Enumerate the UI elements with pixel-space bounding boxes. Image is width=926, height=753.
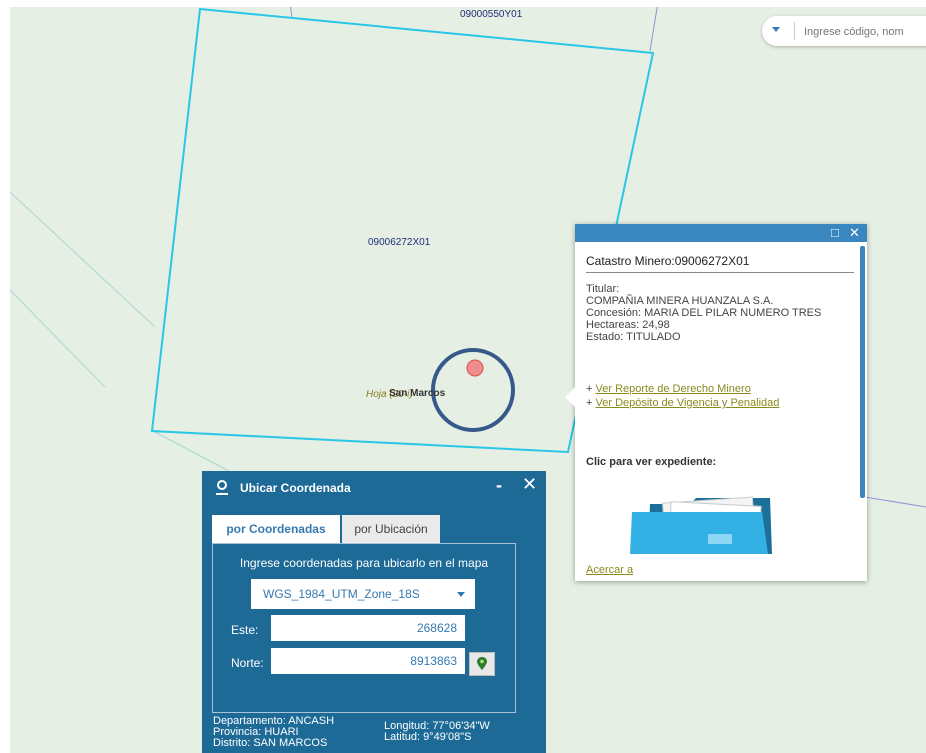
info-popup: □ ✕ Catastro Minero:09006272X01 Titular:… [565,224,867,581]
location-pin-icon [216,480,228,495]
este-label: Este: [231,623,259,637]
ubicar-coordenada-panel: Ubicar Coordenada - ✕ por Coordenadas po… [202,471,546,753]
map-marker-icon [477,657,487,670]
chevron-down-icon [457,592,465,597]
panel-title: Ubicar Coordenada [240,481,351,495]
tab-por-coordenadas[interactable]: por Coordenadas [212,515,340,543]
estado-text: Estado: TITULADO [586,331,681,343]
map-label-top: 09000550Y01 [460,9,523,20]
popup-links: + Ver Reporte de Derecho Minero + Ver De… [586,382,779,410]
search-box[interactable] [762,16,926,46]
deposito-link[interactable]: Ver Depósito de Vigencia y Penalidad [596,397,780,409]
coordinates-info: Longitud: 77°06'34"W Latitud: 9°49'08"S [384,721,490,743]
distrito-text: Distrito: SAN MARCOS [213,737,328,749]
minimize-button[interactable]: - [496,475,502,496]
instructions-text: Ingrese coordenadas para ubicarlo en el … [239,556,489,570]
map-label-parcel: 09006272X01 [368,237,431,248]
folder-icon[interactable] [630,496,775,558]
close-button[interactable]: ✕ [522,474,537,495]
map-label-town: San Marcos [389,388,446,399]
tab-por-ubicacion[interactable]: por Ubicación [342,515,440,543]
titular-value: COMPAÑIA MINERA HUANZALA S.A. [586,295,774,307]
reporte-link[interactable]: Ver Reporte de Derecho Minero [596,383,751,395]
popup-header: □ ✕ [575,224,867,242]
concesion-text: Concesión: MARIA DEL PILAR NUMERO TRES [586,307,822,319]
hectareas-text: Hectareas: 24,98 [586,319,670,331]
locate-button[interactable] [469,652,495,676]
popup-title: Catastro Minero:09006272X01 [586,254,854,273]
search-separator [794,22,795,40]
search-input[interactable] [802,21,926,43]
clic-expediente-text: Clic para ver expediente: [586,456,717,468]
titular-label: Titular: [586,283,620,295]
coordinates-form: Ingrese coordenadas para ubicarlo en el … [212,543,516,713]
popup-pointer [565,387,575,407]
dropdown-caret-icon[interactable] [772,27,780,32]
este-input[interactable] [271,615,465,641]
location-info: Departamento: ANCASH Provincia: HUARI Di… [213,716,334,749]
norte-label: Norte: [231,656,264,670]
norte-input[interactable] [271,648,465,674]
link-prefix: + [586,397,593,409]
close-icon[interactable]: ✕ [849,225,860,241]
maximize-icon[interactable]: □ [831,225,839,241]
projection-value: WGS_1984_UTM_Zone_18S [263,587,420,601]
popup-scrollbar[interactable] [860,246,865,498]
link-prefix: + [586,383,593,395]
latitud-text: Latitud: 9°49'08"S [384,731,472,743]
panel-header: Ubicar Coordenada - ✕ [202,471,546,505]
projection-select[interactable]: WGS_1984_UTM_Zone_18S [251,579,475,609]
acercar-link[interactable]: Acercar a [586,564,633,576]
popup-details: Titular: COMPAÑIA MINERA HUANZALA S.A. C… [586,283,846,343]
